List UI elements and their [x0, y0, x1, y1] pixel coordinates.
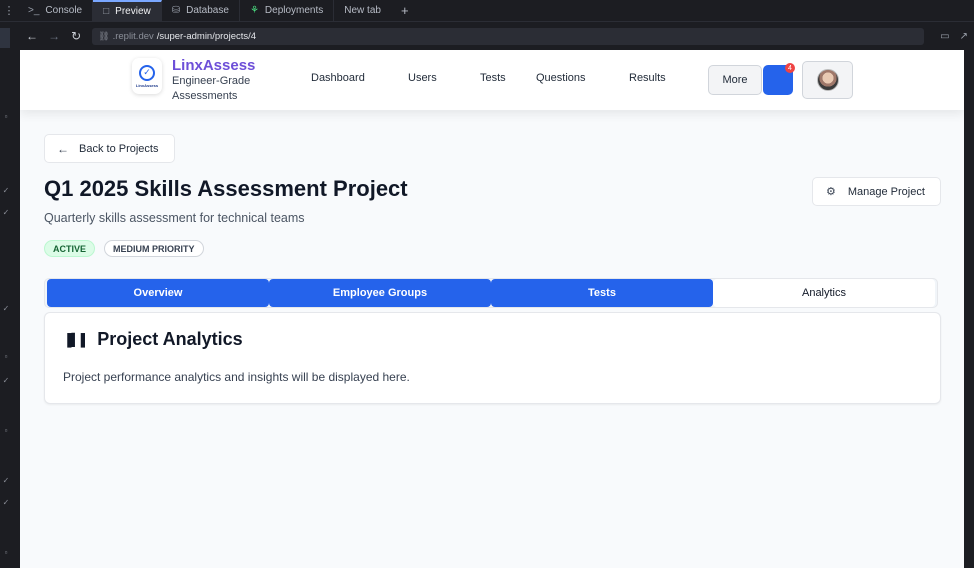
- tab-new[interactable]: New tab: [334, 0, 391, 22]
- check-icon: ✓: [2, 186, 10, 195]
- avatar: [816, 69, 839, 91]
- brand-tagline: Engineer-Grade Assessments: [172, 75, 251, 102]
- file-icon: ▫: [4, 112, 8, 121]
- back-to-projects-button[interactable]: ← Back to Projects: [44, 134, 175, 163]
- back-to-projects-label: Back to Projects: [79, 142, 159, 155]
- tab-database-label: Database: [186, 5, 229, 16]
- check-icon: ✓: [2, 376, 10, 385]
- file-icon: ▫: [4, 352, 8, 361]
- nav-questions[interactable]: Questions: [536, 72, 629, 84]
- tab-preview-label: Preview: [115, 6, 151, 17]
- nav-tests[interactable]: Tests: [480, 72, 536, 84]
- manage-project-label: Manage Project: [847, 185, 925, 198]
- brand-name: LinxAssess: [172, 57, 256, 74]
- project-tabs: Overview Employee Groups Tests Analytics: [44, 278, 938, 308]
- open-external-icon[interactable]: ↗: [960, 31, 968, 42]
- tab-deployments-label: Deployments: [264, 5, 324, 16]
- logo-text: LinxAssess: [135, 82, 159, 88]
- analytics-card: ▐▍▌ Project Analytics Project performanc…: [44, 312, 941, 404]
- tab-deployments[interactable]: ⚘ Deployments: [240, 0, 335, 22]
- status-badge: ACTIVE: [44, 240, 96, 257]
- rail-selection: [0, 28, 10, 48]
- page-title: Q1 2025 Skills Assessment Project: [44, 176, 408, 201]
- tab-tests[interactable]: Tests: [491, 279, 713, 307]
- check-icon: ✓: [2, 498, 10, 507]
- terminal-icon: >_: [28, 5, 40, 16]
- ide-right-edge: [964, 50, 974, 568]
- url-host: .replit.dev: [112, 30, 154, 42]
- monitor-icon: □: [103, 6, 110, 17]
- ide-left-rail: ▫ ✓ ✓ ✓ ▫ ✓ ▫ ✓ ✓ ▫: [0, 22, 20, 568]
- nav-dashboard[interactable]: Dashboard: [311, 72, 408, 84]
- tab-console[interactable]: >_ Console: [18, 0, 94, 22]
- app-header: ✓ LinxAssess LinxAssess Engineer-Grade A…: [20, 50, 964, 110]
- preview-url-bar: ← → ↻ ⛓ .replit.dev/super-admin/projects…: [20, 24, 974, 48]
- url-input[interactable]: ⛓ .replit.dev/super-admin/projects/4: [92, 27, 925, 45]
- status-badges: ACTIVE MEDIUM PRIORITY: [44, 240, 204, 257]
- logo: ✓ LinxAssess: [132, 58, 162, 94]
- tab-employee-groups[interactable]: Employee Groups: [269, 279, 491, 307]
- back-arrow-icon[interactable]: ←: [26, 29, 38, 43]
- tab-console-label: Console: [45, 5, 83, 16]
- nav-results[interactable]: Results: [629, 72, 689, 84]
- editor-tabbar: ⋮ >_ Console □ Preview ⛁ Database ⚘ Depl…: [0, 0, 974, 22]
- tab-preview[interactable]: □ Preview: [93, 0, 162, 22]
- check-icon: ✓: [2, 208, 10, 217]
- database-icon: ⛁: [171, 5, 181, 16]
- tab-database[interactable]: ⛁ Database: [162, 0, 240, 22]
- priority-badge: MEDIUM PRIORITY: [104, 240, 204, 257]
- manage-project-button[interactable]: ⚙ Manage Project: [812, 177, 941, 206]
- tab-analytics[interactable]: Analytics: [713, 279, 935, 307]
- check-icon: ✓: [2, 304, 10, 313]
- notification-count-badge: 4: [785, 63, 795, 73]
- card-body-text: Project performance analytics and insigh…: [63, 370, 410, 384]
- bar-chart-icon: ▐▍▌: [63, 332, 90, 347]
- card-title: Project Analytics: [97, 329, 243, 349]
- nav-users[interactable]: Users: [408, 72, 480, 84]
- devices-icon[interactable]: ▭: [940, 31, 949, 42]
- preview-viewport: ✓ LinxAssess LinxAssess Engineer-Grade A…: [20, 50, 964, 568]
- refresh-icon[interactable]: ↻: [70, 29, 82, 43]
- check-icon: ✓: [2, 476, 10, 485]
- more-button[interactable]: More: [708, 65, 762, 95]
- notifications-button[interactable]: 4: [763, 63, 795, 95]
- user-menu-button[interactable]: [802, 61, 853, 99]
- forward-arrow-icon[interactable]: →: [48, 29, 60, 43]
- tab-new-label: New tab: [344, 5, 381, 16]
- tab-overview[interactable]: Overview: [47, 279, 269, 307]
- add-tab-button[interactable]: +: [391, 3, 419, 18]
- url-path: /super-admin/projects/4: [156, 30, 257, 42]
- deployments-icon: ⚘: [249, 5, 259, 16]
- page-subtitle: Quarterly skills assessment for technica…: [44, 211, 305, 225]
- top-nav: Dashboard Users Tests Questions Results: [300, 72, 689, 84]
- arrow-left-icon: ←: [57, 141, 69, 156]
- more-options-icon[interactable]: ⋮: [0, 4, 18, 17]
- link-icon: ⛓: [98, 30, 110, 41]
- file-icon: ▫: [4, 548, 8, 557]
- check-circle-icon: ✓: [139, 64, 155, 81]
- brand[interactable]: ✓ LinxAssess LinxAssess Engineer-Grade A…: [132, 58, 272, 104]
- gear-icon: ⚙: [826, 186, 836, 198]
- file-icon: ▫: [4, 426, 8, 435]
